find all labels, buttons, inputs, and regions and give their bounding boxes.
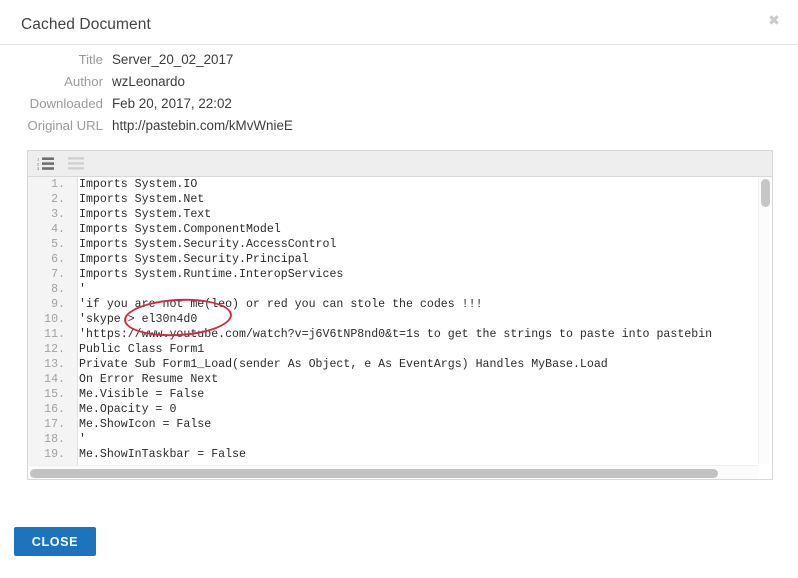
code-line-number: 1.	[51, 178, 65, 191]
code-line: 7. Imports System.Runtime.InteropServices	[28, 267, 772, 282]
code-line-number: 9.	[51, 298, 65, 311]
numbered-list-icon[interactable]: 1 2 3	[37, 156, 55, 171]
code-line-number: 2.	[51, 193, 65, 206]
dialog-header: Cached Document ✖	[0, 0, 798, 45]
code-line-text: Me.ShowInTaskbar = False	[79, 448, 246, 461]
code-line-text: 'https://www.youtube.com/watch?v=j6V6tNP…	[79, 328, 713, 341]
code-line-number: 14.	[44, 373, 65, 386]
code-line-text: Imports System.Text	[79, 208, 212, 221]
code-body: 1. Imports System.IO 2. Imports System.Net 3…	[28, 177, 772, 479]
code-line: 8. '	[28, 282, 772, 297]
code-line-number: 15.	[44, 388, 65, 401]
code-line-text: '	[79, 283, 86, 296]
code-line: 2. Imports System.Net	[28, 192, 772, 207]
code-line: 13. Private Sub Form1_Load(sender As Obje…	[28, 357, 772, 372]
code-line: 11. 'https://www.youtube.com/watch?v=j6V6…	[28, 327, 772, 342]
code-line-number: 6.	[51, 253, 65, 266]
code-line-text: Imports System.ComponentModel	[79, 223, 281, 236]
metadata-value: http://pastebin.com/kMvWnieE	[112, 118, 293, 133]
document-metadata: Title Server_20_02_2017 Author wzLeonardo Do…	[0, 52, 760, 140]
code-line: 17. Me.ShowIcon = False	[28, 417, 772, 432]
code-line-text: Imports System.Security.AccessControl	[79, 238, 337, 251]
code-line: 16. Me.Opacity = 0	[28, 402, 772, 417]
vertical-scrollbar[interactable]	[758, 177, 772, 464]
code-line-text: Imports System.Net	[79, 193, 205, 206]
horizontal-scrollbar-thumb[interactable]	[30, 469, 718, 478]
metadata-row: Title Server_20_02_2017	[0, 52, 760, 74]
code-viewer-panel: 1 2 3 1. Imports System.IO 2. Imports Syste…	[27, 150, 773, 480]
metadata-value: Server_20_02_2017	[112, 52, 234, 67]
code-line: 6. Imports System.Security.Principal	[28, 252, 772, 267]
metadata-label: Title	[78, 52, 103, 67]
code-line-text: Imports System.Runtime.InteropServices	[79, 268, 344, 281]
plain-list-icon[interactable]	[67, 156, 85, 171]
code-line-number: 16.	[44, 403, 65, 416]
code-line-text: Imports System.IO	[79, 178, 198, 191]
code-line-number: 7.	[51, 268, 65, 281]
code-line-number: 10.	[44, 313, 65, 326]
metadata-label: Author	[64, 74, 103, 89]
dialog-title: Cached Document	[21, 16, 151, 33]
code-line: 9. 'if you are not me(leo) or red you can…	[28, 297, 772, 312]
code-line-text: Imports System.Security.Principal	[79, 253, 309, 266]
code-line: 5. Imports System.Security.AccessControl	[28, 237, 772, 252]
code-line: 14. On Error Resume Next	[28, 372, 772, 387]
vertical-scrollbar-thumb[interactable]	[761, 179, 770, 207]
code-line-text: '	[79, 433, 86, 446]
metadata-value: Feb 20, 2017, 22:02	[112, 96, 232, 111]
code-line-number: 17.	[44, 418, 65, 431]
code-line: 1. Imports System.IO	[28, 177, 772, 192]
svg-text:3: 3	[37, 166, 40, 171]
code-line: 19. Me.ShowInTaskbar = False	[28, 447, 772, 462]
horizontal-scrollbar[interactable]	[28, 465, 758, 479]
close-x-icon[interactable]: ✖	[763, 9, 785, 31]
code-line-number: 8.	[51, 283, 65, 296]
code-line-number: 5.	[51, 238, 65, 251]
close-button[interactable]: CLOSE	[14, 527, 96, 556]
code-line-text: Me.Opacity = 0	[79, 403, 177, 416]
code-line-number: 3.	[51, 208, 65, 221]
code-line: 10. 'skype > el30n4d0	[28, 312, 772, 327]
code-line-number: 18.	[44, 433, 65, 446]
metadata-row: Original URL http://pastebin.com/kMvWnieE	[0, 118, 760, 140]
code-line-number: 19.	[44, 448, 65, 461]
code-line-number: 12.	[44, 343, 65, 356]
metadata-value: wzLeonardo	[112, 74, 185, 89]
code-line-text: On Error Resume Next	[79, 373, 219, 386]
code-line: 18. '	[28, 432, 772, 447]
code-line: 15. Me.Visible = False	[28, 387, 772, 402]
code-line-text: 'skype > el30n4d0	[79, 313, 198, 326]
code-line: 12. Public Class Form1	[28, 342, 772, 357]
metadata-row: Author wzLeonardo	[0, 74, 760, 96]
code-line-number: 11.	[44, 328, 65, 341]
cached-document-dialog: Cached Document ✖ Title Server_20_02_2017…	[0, 0, 798, 578]
metadata-label: Original URL	[27, 118, 104, 133]
code-lines[interactable]: 1. Imports System.IO 2. Imports System.Net 3…	[28, 177, 772, 479]
code-line-number: 4.	[51, 223, 65, 236]
code-toolbar: 1 2 3	[28, 151, 772, 177]
code-line: 3. Imports System.Text	[28, 207, 772, 222]
code-line-text: Me.ShowIcon = False	[79, 418, 212, 431]
metadata-row: Downloaded Feb 20, 2017, 22:02	[0, 96, 760, 118]
code-line: 4. Imports System.ComponentModel	[28, 222, 772, 237]
metadata-label: Downloaded	[29, 96, 103, 111]
code-line-number: 13.	[44, 358, 65, 371]
code-line-text: Me.Visible = False	[79, 388, 205, 401]
code-line-text: Public Class Form1	[79, 343, 205, 356]
code-line-text: 'if you are not me(leo) or red you can s…	[79, 298, 483, 311]
code-line-text: Private Sub Form1_Load(sender As Object,…	[79, 358, 608, 371]
